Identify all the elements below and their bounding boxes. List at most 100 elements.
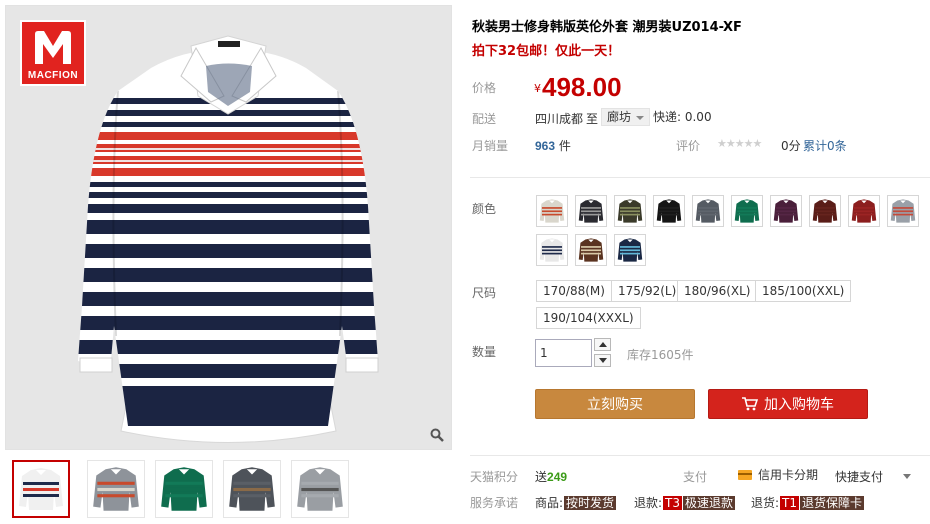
service-refund: 退款: T3 极速退款: [634, 494, 736, 511]
thumbnail-sweater-image: [156, 461, 212, 517]
color-swatch[interactable]: [731, 195, 763, 227]
quantity-label: 数量: [472, 345, 497, 359]
color-swatch[interactable]: [536, 234, 568, 266]
swatch-sweater-image: [888, 196, 918, 226]
color-swatch[interactable]: [770, 195, 802, 227]
service-refund-label: 退款:: [634, 496, 663, 510]
buy-now-label: 立刻购买: [587, 397, 643, 413]
brand-m-icon: [35, 31, 71, 64]
color-swatch[interactable]: [887, 195, 919, 227]
thumbnail[interactable]: [12, 460, 70, 518]
swatch-sweater-image: [693, 196, 723, 226]
color-swatch[interactable]: [692, 195, 724, 227]
stock-count: 库存1605件: [627, 348, 694, 362]
swatch-sweater-image: [732, 196, 762, 226]
swatch-sweater-image: [576, 235, 606, 265]
color-swatch[interactable]: [575, 234, 607, 266]
service-return-label: 退货:: [751, 496, 780, 510]
points-prefix: 送: [535, 470, 548, 484]
color-swatch[interactable]: [809, 195, 841, 227]
color-swatch[interactable]: [536, 195, 568, 227]
fast-refund-badge[interactable]: 极速退款: [683, 496, 736, 510]
review-count-link[interactable]: 累计0条: [803, 137, 847, 154]
quantity-decrease-button[interactable]: [594, 354, 611, 367]
color-swatch[interactable]: [848, 195, 880, 227]
return-guarantee-badge[interactable]: 退货保障卡: [800, 496, 865, 510]
rating-stars-icon: ★★★★★: [717, 137, 762, 150]
service-return: 退货: T1 退货保障卡: [751, 494, 865, 511]
product-title: 秋装男士修身韩版英伦外套 潮男装UZ014-XF: [472, 20, 742, 35]
ship-to-word: 至: [586, 112, 599, 126]
on-time-delivery-badge[interactable]: 按时发货: [564, 496, 617, 510]
color-label: 颜色: [472, 202, 497, 216]
chevron-up-icon: [598, 342, 607, 347]
points-number: 249: [547, 470, 568, 484]
price-box: 价格 ¥ 498.00 配送 四川成都 至 廊坊 快递: 0.00 月销量 96…: [470, 64, 930, 164]
payment-label: 支付: [683, 470, 708, 484]
express-fee: 快递: 0.00: [653, 110, 712, 124]
color-swatch[interactable]: [614, 195, 646, 227]
credit-card-icon: [738, 469, 752, 480]
service-goods-label: 商品:: [535, 496, 564, 510]
color-swatch[interactable]: [653, 195, 685, 227]
chevron-down-icon: [636, 116, 645, 120]
quantity-increase-button[interactable]: [594, 338, 611, 351]
brand-logo: MACFION: [20, 20, 86, 86]
product-gallery: MACFION: [5, 5, 452, 520]
magnifier-icon: [430, 428, 444, 442]
thumbnail[interactable]: [223, 460, 281, 518]
swatch-sweater-image: [576, 196, 606, 226]
points-value: 送249: [535, 468, 567, 485]
swatch-sweater-image: [537, 196, 567, 226]
price-label: 价格: [472, 81, 497, 95]
swatch-sweater-image: [615, 196, 645, 226]
swatch-sweater-image: [810, 196, 840, 226]
thumbnail[interactable]: [87, 460, 145, 518]
thumbnail[interactable]: [291, 460, 349, 518]
size-option[interactable]: 180/96(XL): [677, 280, 758, 302]
swatch-sweater-image: [654, 196, 684, 226]
thumbnail-sweater-image: [292, 461, 348, 517]
credit-installment[interactable]: 信用卡分期: [738, 466, 818, 483]
size-option[interactable]: 185/100(XXL): [755, 280, 852, 302]
divider: [470, 177, 930, 178]
promo-subtitle: 拍下32包邮！仅此一天！: [472, 44, 621, 59]
thumbnail-sweater-image: [14, 462, 68, 516]
cart-icon: [742, 397, 758, 411]
sales-count: 963: [535, 139, 556, 153]
thumbnail-sweater-image: [88, 461, 144, 517]
sales-value: 963 件: [535, 137, 571, 154]
shipping-label: 配送: [472, 112, 497, 126]
swatch-sweater-image: [849, 196, 879, 226]
product-info: 秋装男士修身韩版英伦外套 潮男装UZ014-XF 拍下32包邮！仅此一天！ 价格…: [470, 0, 930, 524]
swatch-sweater-image: [537, 235, 567, 265]
thumbnail-sweater-image: [224, 461, 280, 517]
buy-now-button[interactable]: 立刻购买: [535, 389, 695, 419]
points-label: 天猫积分: [470, 470, 519, 484]
thumbnail[interactable]: [155, 460, 213, 518]
sales-unit: 件: [558, 139, 571, 153]
quick-pay-dropdown[interactable]: 快捷支付: [835, 468, 883, 485]
sales-label: 月销量: [472, 139, 509, 153]
add-to-cart-button[interactable]: 加入购物车: [708, 389, 868, 419]
swatch-sweater-image: [615, 235, 645, 265]
swatch-sweater-image: [771, 196, 801, 226]
size-option[interactable]: 175/92(L): [611, 280, 684, 302]
size-option[interactable]: 190/104(XXXL): [536, 307, 641, 329]
ship-from: 四川成都: [535, 112, 584, 126]
currency-symbol: ¥: [534, 82, 541, 95]
credit-installment-label: 信用卡分期: [758, 468, 819, 482]
color-swatch[interactable]: [575, 195, 607, 227]
price-value: 498.00: [542, 72, 622, 102]
chevron-down-icon[interactable]: [903, 474, 911, 479]
ship-to-select[interactable]: 廊坊: [601, 108, 651, 126]
service-goods: 商品: 按时发货: [535, 494, 617, 511]
service-label: 服务承诺: [470, 496, 519, 510]
quantity-input[interactable]: [535, 339, 592, 367]
zoom-button[interactable]: [427, 425, 447, 445]
color-swatch[interactable]: [614, 234, 646, 266]
add-to-cart-label: 加入购物车: [764, 397, 834, 413]
divider: [470, 455, 930, 456]
main-product-image[interactable]: MACFION: [5, 5, 452, 450]
size-option[interactable]: 170/88(M): [536, 280, 612, 302]
